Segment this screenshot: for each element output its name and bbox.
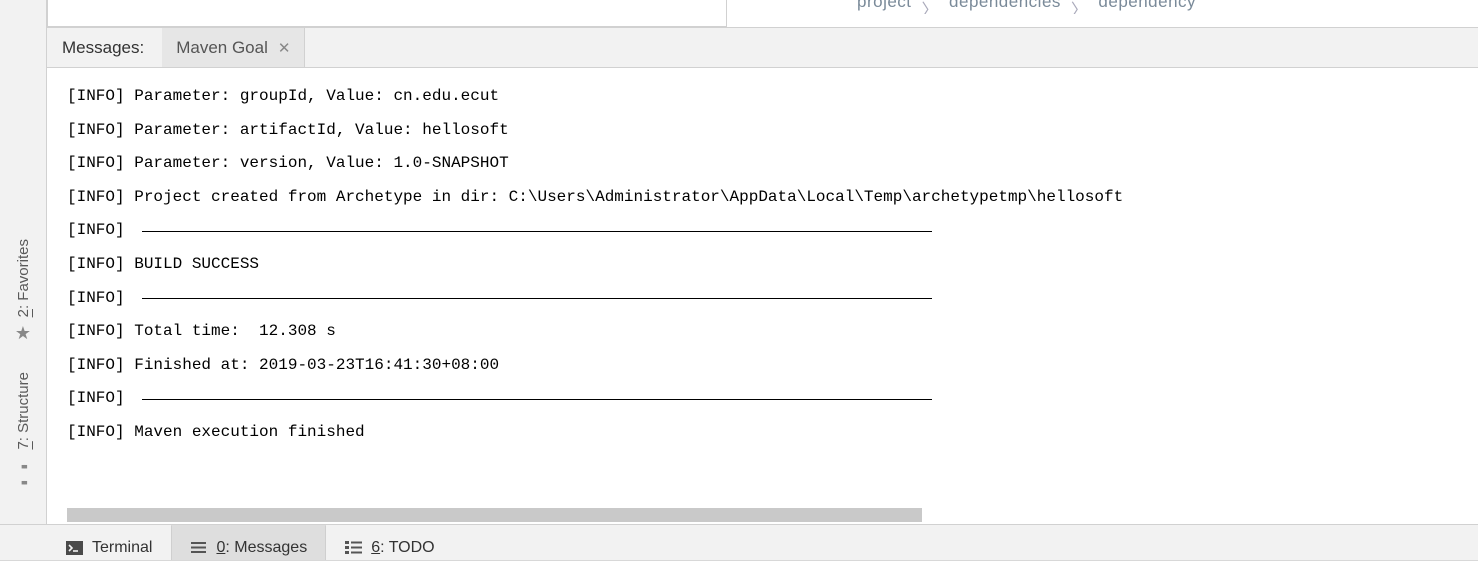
console-line: [INFO] Total time: 12.308 s	[67, 315, 1478, 349]
console-line: [INFO]	[67, 382, 1478, 416]
tab-label: Maven Goal	[176, 38, 268, 58]
console-line: [INFO] BUILD SUCCESS	[67, 248, 1478, 282]
todo-key: 6	[371, 539, 380, 556]
console-line: [INFO]	[67, 282, 1478, 316]
breadcrumb-dependency[interactable]: dependency	[1098, 0, 1196, 12]
status-bar-edge	[0, 560, 1478, 570]
terminal-icon	[66, 541, 83, 555]
terminal-label: Terminal	[92, 539, 152, 557]
messages-icon	[190, 541, 207, 554]
structure-icon: ▪▪▪▪	[21, 458, 25, 490]
left-tool-window-bar: 2: Favorites ★ 7: Structure ▪▪▪▪	[0, 0, 47, 570]
todo-label: : TODO	[380, 539, 435, 556]
breadcrumb-project[interactable]: project	[857, 0, 912, 12]
console-line: [INFO]	[67, 214, 1478, 248]
tool-window-favorites[interactable]: 2: Favorites	[15, 239, 32, 317]
console-line: [INFO] Finished at: 2019-03-23T16:41:30+…	[67, 349, 1478, 383]
console-line: [INFO] Parameter: groupId, Value: cn.edu…	[67, 80, 1478, 114]
console-line: [INFO] Maven execution finished	[67, 416, 1478, 450]
chevron-right-icon: 〉	[1071, 0, 1089, 14]
todo-icon	[345, 541, 362, 554]
horizontal-rule	[142, 231, 932, 232]
horizontal-rule	[142, 399, 932, 400]
horizontal-scrollbar[interactable]	[67, 508, 922, 522]
editor-blank-area	[47, 0, 727, 27]
console-line: [INFO] Project created from Archetype in…	[67, 181, 1478, 215]
horizontal-rule	[142, 298, 932, 299]
chevron-right-icon: 〉	[922, 0, 940, 14]
tool-window-structure[interactable]: 7: Structure	[15, 372, 32, 450]
panel-title: Messages:	[47, 28, 162, 67]
messages-console[interactable]: [INFO] Parameter: groupId, Value: cn.edu…	[47, 68, 1478, 524]
console-line: [INFO] Parameter: artifactId, Value: hel…	[67, 114, 1478, 148]
messages-label: : Messages	[225, 539, 307, 556]
close-icon[interactable]: ✕	[278, 39, 291, 57]
messages-panel-header: Messages: Maven Goal ✕	[47, 27, 1478, 68]
tab-maven-goal[interactable]: Maven Goal ✕	[162, 28, 305, 67]
scrollbar-thumb[interactable]	[67, 508, 922, 522]
breadcrumb-dependencies[interactable]: dependencies	[949, 0, 1061, 12]
breadcrumb: project 〉 dependencies 〉 dependency	[727, 0, 1478, 14]
console-line: [INFO] Parameter: version, Value: 1.0-SN…	[67, 147, 1478, 181]
star-icon: ★	[15, 323, 31, 344]
